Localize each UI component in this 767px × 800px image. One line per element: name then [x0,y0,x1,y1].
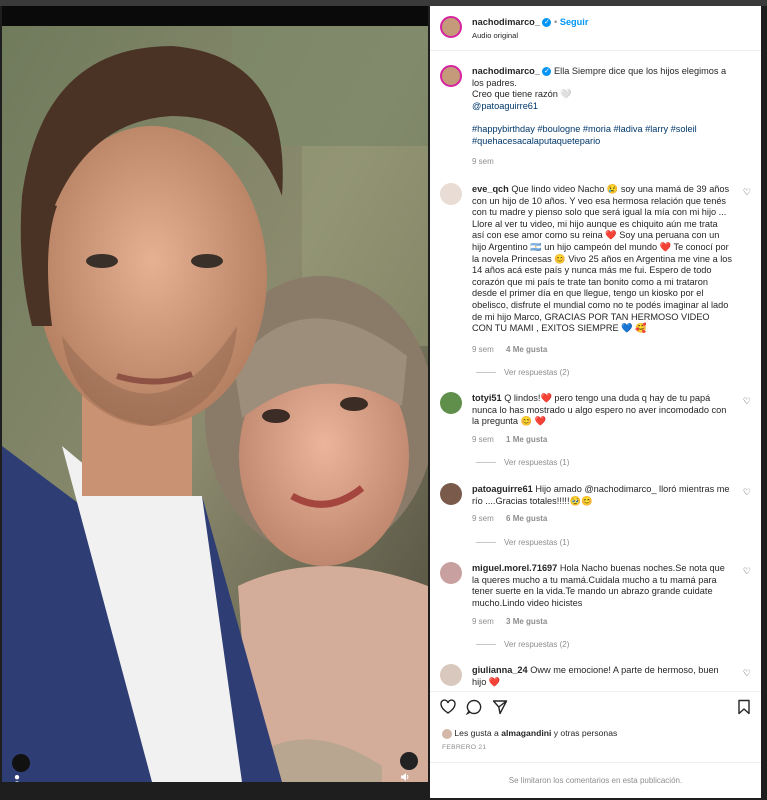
replies-divider [476,372,496,373]
liker-avatar [442,728,452,739]
comment-avatar[interactable] [440,392,462,414]
sound-icon[interactable] [400,752,418,781]
comment-likes[interactable]: 4 Me gusta [506,345,547,354]
replies-label[interactable]: Ver respuestas (2) [504,640,569,649]
replies-divider [476,542,496,543]
comment: giulianna_24 Oww me emocione! A parte de… [472,665,732,688]
comments-scroll[interactable]: nachodimarco_ ✓ Ella Siempre dice que lo… [430,51,761,691]
photo-top-bar [2,6,428,26]
likes-suffix[interactable]: y otras personas [551,728,618,738]
post-panel: nachodimarco_ ✓ • Seguir Audio original … [430,6,761,798]
replies-divider [476,644,496,645]
caption-avatar[interactable] [440,65,462,87]
comment: miguel.morel.71697 Hola Nacho buenas noc… [472,563,732,609]
likes-summary: Les gusta a almagandini y otras personas [442,728,617,739]
comment-username[interactable]: patoaguirre61 [472,484,533,494]
caption-time: 9 sem [472,157,494,166]
comment-like-icon[interactable]: ♡ [743,487,751,498]
comment-likes[interactable]: 3 Me gusta [506,617,547,626]
comment-likes[interactable]: 6 Me gusta [506,514,547,523]
comment-time: 9 sem [472,514,494,523]
follow-button[interactable]: Seguir [560,17,589,27]
replies-label[interactable]: Ver respuestas (1) [504,538,569,547]
caption-text-2: Creo que tiene razón 🤍 [472,89,572,100]
comment: eve_qch Que lindo video Nacho 😢 soy una … [472,184,732,335]
likes-prefix: Les gusta a [454,728,502,738]
comment-time: 9 sem [472,345,494,354]
view-replies-button[interactable]: Ver respuestas (1) [472,538,569,547]
replies-label[interactable]: Ver respuestas (2) [504,368,569,377]
comment-time: 9 sem [472,617,494,626]
comment-like-icon[interactable]: ♡ [743,187,751,198]
verified-icon: ✓ [542,67,552,77]
comment-avatar[interactable] [440,664,462,686]
comment-meta: 9 sem 3 Me gusta [472,617,557,626]
comment-like-icon[interactable]: ♡ [743,668,751,679]
comment: totyi51 Q lindos!❤️ pero tengo una duda … [472,393,732,428]
comment-text: Q lindos!❤️ pero tengo una duda q hay de… [472,393,727,427]
comment-username[interactable]: totyi51 [472,393,502,403]
comment: patoaguirre61 Hijo amado @nachodimarco_ … [472,484,732,507]
comment-time: 9 sem [472,435,494,444]
caption-hashtags-1[interactable]: #happybirthday #boulogne #moria #ladiva … [472,124,697,134]
comments-limited-notice: Se limitaron los comentarios en esta pub… [430,762,761,799]
comment-icon[interactable] [466,699,482,715]
author-username[interactable]: nachodimarco_ [472,17,540,27]
view-replies-button[interactable]: Ver respuestas (2) [472,368,569,377]
comment-username[interactable]: eve_qch [472,184,509,194]
replies-label[interactable]: Ver respuestas (1) [504,458,569,467]
audio-label[interactable]: Audio original [472,31,518,40]
comment-likes[interactable]: 1 Me gusta [506,435,547,444]
verified-icon: ✓ [542,18,552,28]
comment-meta: 9 sem 4 Me gusta [472,345,557,354]
post-header: nachodimarco_ ✓ • Seguir Audio original [430,6,761,51]
view-replies-button[interactable]: Ver respuestas (1) [472,458,569,467]
caption: nachodimarco_ ✓ Ella Siempre dice que lo… [472,66,732,147]
save-icon[interactable] [736,699,752,715]
comment-meta: 9 sem 6 Me gusta [472,514,557,523]
heart-icon[interactable] [440,699,456,715]
caption-hashtags-2[interactable]: #quehacesacalaputaquetepario [472,136,600,146]
comment-like-icon[interactable]: ♡ [743,396,751,407]
comment-avatar[interactable] [440,483,462,505]
user-tag-icon[interactable] [12,754,30,782]
share-icon[interactable] [492,699,508,715]
comment-username[interactable]: miguel.morel.71697 [472,563,557,573]
post-date: FEBRERO 21 [442,744,487,751]
post-actions [430,691,761,722]
author-avatar[interactable] [440,16,462,38]
caption-username[interactable]: nachodimarco_ [472,66,540,76]
caption-mention[interactable]: @patoaguirre61 [472,101,538,111]
comment-username[interactable]: giulianna_24 [472,665,528,675]
replies-divider [476,462,496,463]
comment-like-icon[interactable]: ♡ [743,566,751,577]
comment-avatar[interactable] [440,562,462,584]
comment-avatar[interactable] [440,183,462,205]
likes-user[interactable]: almagandini [501,728,551,738]
view-replies-button[interactable]: Ver respuestas (2) [472,640,569,649]
photo-illustration [2,26,428,782]
comment-meta: 9 sem 1 Me gusta [472,435,557,444]
post-photo[interactable] [2,6,428,782]
comment-text: Que lindo video Nacho 😢 soy una mamá de … [472,184,732,334]
